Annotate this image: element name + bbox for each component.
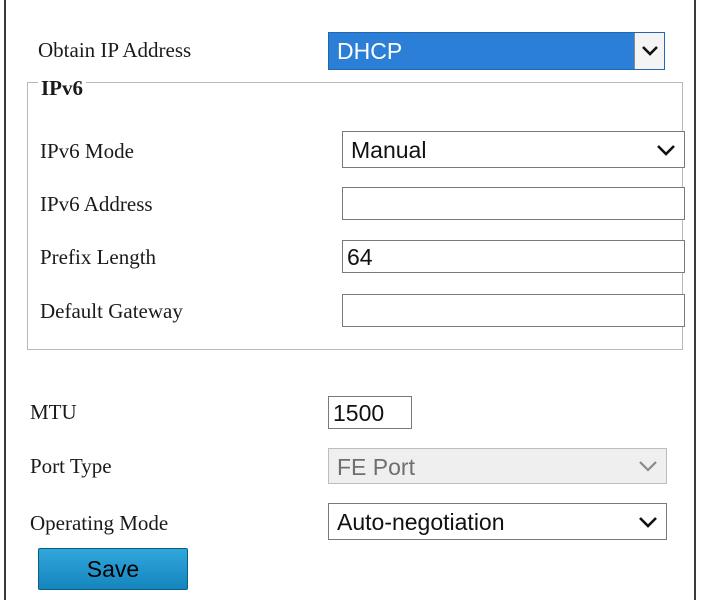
save-button[interactable]: Save [38,548,188,590]
port-type-label: Port Type [30,454,112,478]
obtain-ip-label: Obtain IP Address [38,38,192,62]
mtu-input[interactable]: 1500 [328,396,412,429]
ipv6-mode-select[interactable]: Manual [342,131,685,168]
mtu-label: MTU [30,400,77,424]
obtain-ip-select[interactable]: DHCP [328,32,665,70]
chevron-down-icon[interactable] [634,33,664,69]
port-type-value: FE Port [337,454,415,480]
operating-mode-label: Operating Mode [30,511,169,535]
ipv6-mode-value: Manual [351,137,427,163]
operating-mode-select[interactable]: Auto-negotiation [328,503,667,540]
default-gateway-input[interactable] [342,294,685,327]
chevron-down-icon [636,504,660,539]
prefix-length-label: Prefix Length [40,245,157,269]
default-gateway-label: Default Gateway [40,299,183,323]
obtain-ip-value: DHCP [337,38,403,64]
prefix-length-input[interactable]: 64 [342,240,685,273]
ipv6-address-input[interactable] [342,187,685,220]
ipv6-legend: IPv6 [38,77,86,99]
operating-mode-value: Auto-negotiation [337,509,505,535]
port-type-select: FE Port [328,448,667,484]
ipv6-address-label: IPv6 Address [40,192,153,216]
chevron-down-icon [636,449,660,483]
ipv6-mode-label: IPv6 Mode [40,139,134,163]
chevron-down-icon [654,132,678,167]
